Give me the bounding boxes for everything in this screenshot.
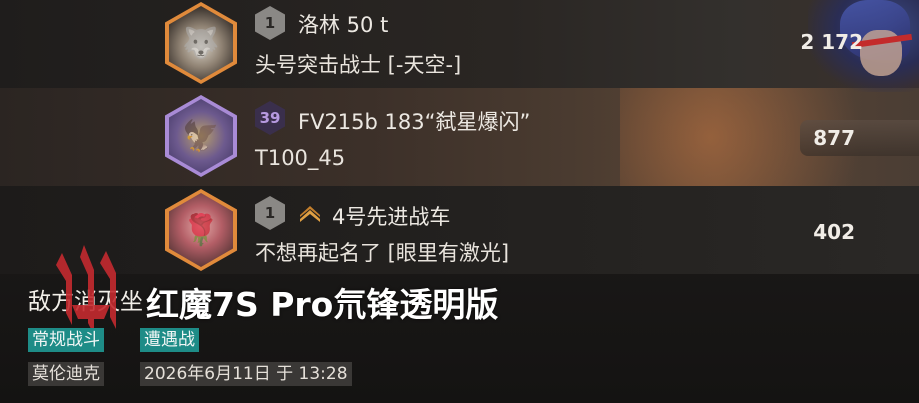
golden-eagle-avatar-icon[interactable]: 🦅 bbox=[165, 95, 237, 177]
map-name: 莫伦迪克 bbox=[28, 362, 104, 386]
player-name: T100_45 bbox=[255, 146, 346, 170]
player-name: 不想再起名了 [眼里有激光] bbox=[255, 241, 510, 265]
tank-name: 洛林 50 t bbox=[298, 13, 389, 37]
player-row-3[interactable]: 🌹 1 4号先进战车 不想再起名了 [眼里有激光] 402 bbox=[0, 186, 919, 274]
tank-name: 4号先进战车 bbox=[332, 205, 451, 229]
player-name: 头号突击战士 [-天空-] bbox=[255, 53, 462, 77]
player-score: 877 bbox=[813, 126, 855, 150]
tank-name: FV215b 183“弑星爆闪” bbox=[298, 110, 531, 134]
rose-avatar-icon[interactable]: 🌹 bbox=[165, 189, 237, 271]
battle-type-tag: 常规战斗 bbox=[28, 328, 104, 352]
chevron-rank-icon bbox=[300, 206, 320, 222]
player-row-2[interactable]: 🦅 39 FV215b 183“弑星爆闪” T100_45 877 bbox=[0, 88, 919, 186]
battle-mode-tag: 遭遇战 bbox=[140, 328, 199, 352]
battle-datetime: 2026年6月11日 于 13:28 bbox=[140, 362, 352, 386]
player-score: 402 bbox=[813, 220, 855, 244]
wolf-avatar-icon[interactable]: 🐺 bbox=[165, 2, 237, 84]
level-badge-icon: 1 bbox=[255, 6, 285, 40]
player-row-1[interactable]: 🐺 1 洛林 50 t 头号突击战士 [-天空-] 2 172 bbox=[0, 0, 919, 88]
level-badge-icon: 1 bbox=[255, 196, 285, 230]
level-badge-icon: 39 bbox=[255, 101, 285, 135]
device-watermark: 红魔7S Pro氘锋透明版 bbox=[146, 285, 499, 324]
player-score: 2 172 bbox=[800, 30, 863, 54]
